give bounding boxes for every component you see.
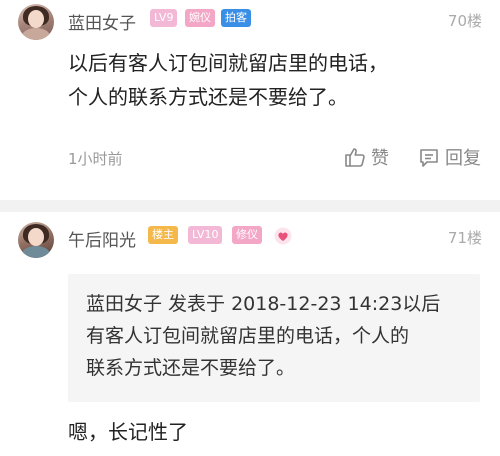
post-content: 嗯，长记性了	[68, 420, 188, 444]
avatar[interactable]	[18, 222, 54, 258]
post-time: 1小时前	[68, 150, 123, 168]
comment-icon	[418, 146, 440, 168]
quoted-text-line: 蓝田女子 发表于 2018-12-23 14:23以后	[86, 293, 441, 315]
username[interactable]: 蓝田女子	[68, 9, 136, 34]
quoted-post[interactable]: 蓝田女子 发表于 2018-12-23 14:23以后 有客人订包间就留店里的电…	[68, 274, 480, 402]
pai-ke-badge: 拍客	[221, 9, 251, 27]
host-badge: 楼主	[148, 226, 178, 244]
quoted-text-line: 有客人订包间就留店里的电话，个人的	[86, 325, 410, 347]
post-content: 以后有客人订包间就留店里的电话， 个人的联系方式还是不要给了。	[68, 46, 488, 114]
post-content-line: 以后有客人订包间就留店里的电话，	[68, 51, 388, 75]
thumb-up-icon	[344, 146, 366, 168]
title-badge: 婉仪	[185, 9, 215, 27]
like-label: 赞	[371, 148, 389, 169]
post-70: 蓝田女子 LV9 婉仪 拍客 70楼 以后有客人订包间就留店里的电话， 个人的联…	[0, 0, 500, 200]
level-badge: LV10	[188, 226, 223, 244]
level-badge: LV9	[150, 9, 178, 27]
reply-label: 回复	[445, 148, 481, 169]
quoted-text-line: 联系方式还是不要给了。	[86, 357, 296, 379]
reply-button[interactable]: 回复	[418, 144, 481, 170]
title-badge: 修仪	[232, 226, 262, 244]
username[interactable]: 午后阳光	[68, 226, 136, 251]
like-button[interactable]: 赞	[344, 144, 389, 170]
floor-number: 71楼	[447, 229, 482, 247]
floor-number: 70楼	[447, 12, 482, 30]
heart-icon	[274, 227, 292, 249]
avatar[interactable]	[18, 4, 54, 40]
post-divider	[0, 200, 500, 212]
quoted-text: 蓝田女子 发表于 2018-12-23 14:23以后 有客人订包间就留店里的电…	[86, 288, 476, 384]
post-content-line: 个人的联系方式还是不要给了。	[68, 85, 348, 109]
